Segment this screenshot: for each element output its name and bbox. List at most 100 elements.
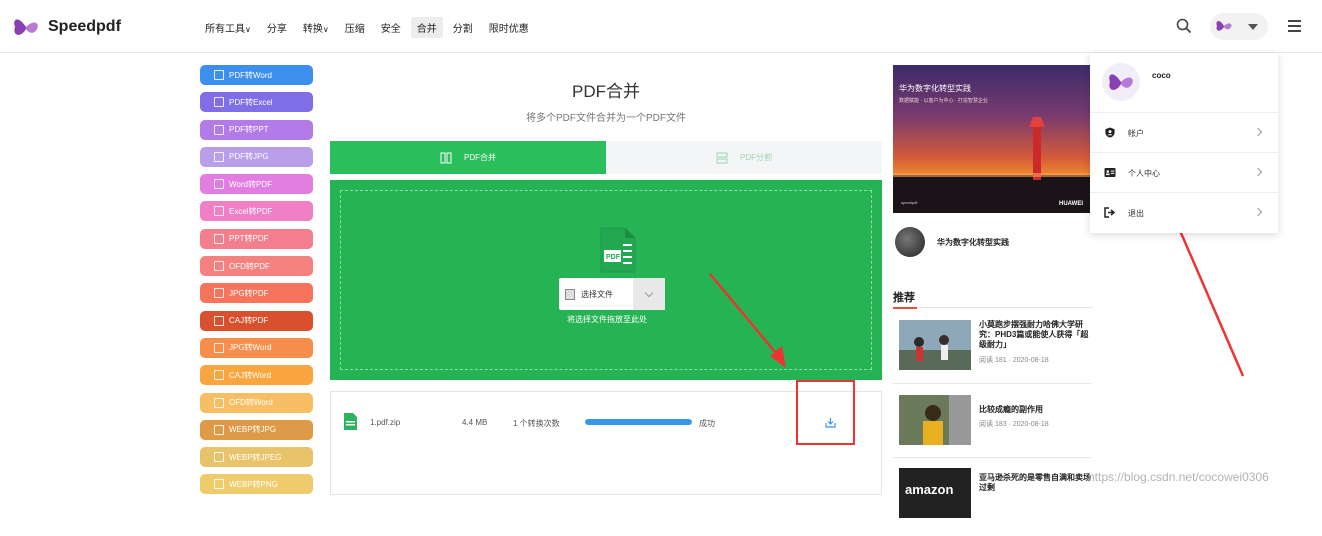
nav-item[interactable]: 限时优惠 (483, 17, 535, 38)
article-title: 比较成瘾的副作用 (979, 405, 1043, 414)
article-item[interactable]: amazon 亚马逊杀死的是零售自满和卖场过剩 (899, 468, 1093, 536)
tool-label: WEBP转PNG (229, 479, 278, 489)
tool-label: OFD转Word (229, 398, 273, 408)
tool-button[interactable]: Excel转PDF (200, 201, 313, 222)
tool-button[interactable]: OFD转Word (200, 392, 313, 413)
tool-button[interactable]: WEBP转PNG (200, 474, 313, 495)
article-item[interactable]: 比较成瘾的副作用 阅读 183 · 2020-08-18 (899, 395, 1093, 463)
top-bar: Speedpdf 所有工具∨ 分享 转换∨ 压缩 安全 合并 分割 限时优惠 (0, 0, 1322, 53)
author-row[interactable]: 华为数字化转型实践 (895, 227, 1009, 257)
brand-name: Speedpdf (48, 18, 121, 35)
ad-banner[interactable]: 华为数字化转型实践 数据赋能 · 以客户为中心 · 打造智慧企业 HUAWEI … (893, 65, 1091, 213)
article-thumbnail (899, 320, 971, 370)
tool-label: PDF转PPT (229, 125, 269, 135)
tool-button[interactable]: JPG转PDF (200, 283, 313, 304)
file-drop-zone[interactable]: PDF 选择文件 将选择文件拖放至此处 (330, 180, 882, 380)
annotation-box-download (796, 380, 855, 445)
merge-icon (440, 152, 452, 163)
nav-item[interactable]: 分割 (447, 17, 479, 38)
article-item[interactable]: 小莫跑步摆强耐力哈佛大学研究：PHD3篇或能使人获得「超级耐力」 阅读 181 … (899, 320, 1093, 388)
document-icon (214, 479, 224, 490)
tool-button[interactable]: JPG转Word (200, 337, 313, 358)
tool-button[interactable]: CAJ转Word (200, 365, 313, 386)
article-date: 2020-08-18 (1012, 421, 1049, 428)
banner-small-text: speedpdf (901, 200, 918, 205)
user-menu-toggle[interactable] (1210, 13, 1268, 40)
menu-item-logout[interactable]: 退出 (1090, 193, 1278, 233)
butterfly-logo-icon (14, 19, 38, 35)
hamburger-menu-icon[interactable] (1288, 20, 1301, 32)
tab-pdf-merge[interactable]: PDF合并 (330, 141, 606, 174)
document-icon (214, 342, 224, 353)
watermark: https://blog.csdn.net/cocowei0306 (1088, 470, 1269, 484)
tool-label: PDF转Excel (229, 97, 273, 107)
banner-subtitle: 数据赋能 · 以客户为中心 · 打造智慧企业 (899, 98, 988, 104)
tool-label: WEBP转JPG (229, 425, 277, 435)
tool-label: CAJ转Word (229, 370, 272, 380)
nav-item-label: 合并 (416, 24, 437, 35)
tool-label: PDF转JPG (229, 152, 269, 162)
nav-item[interactable]: 分享 (261, 17, 293, 38)
chevron-down-icon (644, 288, 654, 297)
document-icon (214, 179, 224, 190)
right-column: 华为数字化转型实践 数据赋能 · 以客户为中心 · 打造智慧企业 HUAWEI … (893, 65, 1093, 518)
chevron-down-icon: ∨ (322, 25, 329, 34)
nav-item[interactable]: 安全 (375, 17, 407, 38)
nav-item-label: 安全 (380, 24, 401, 35)
tool-button[interactable]: PDF转PPT (200, 119, 313, 140)
tool-button[interactable]: PDF转JPG (200, 146, 313, 167)
menu-item-profile[interactable]: 个人中心 (1090, 153, 1278, 193)
id-card-icon (1104, 168, 1116, 177)
file-size: 4.4 MB (462, 418, 488, 427)
menu-item-label: 退出 (1128, 209, 1144, 218)
tool-button[interactable]: Word转PDF (200, 174, 313, 195)
tool-button[interactable]: PPT转PDF (200, 228, 313, 249)
tool-label: JPG转PDF (229, 288, 269, 298)
nav-item-label: 分享 (266, 24, 287, 35)
article-meta: 阅读 183 · 2020-08-18 (979, 421, 1049, 428)
article-thumbnail: amazon (899, 468, 971, 518)
select-file-label: 选择文件 (581, 289, 613, 299)
nav-item[interactable]: 压缩 (339, 17, 371, 38)
tab-pdf-split[interactable]: PDF分割 (606, 141, 882, 174)
tool-button[interactable]: WEBP转JPG (200, 419, 313, 440)
select-file-main[interactable]: 选择文件 (559, 278, 633, 310)
shield-icon (1105, 127, 1115, 138)
split-icon (716, 152, 728, 163)
tool-label: CAJ转PDF (229, 316, 269, 326)
heading-accent (893, 307, 917, 309)
document-icon (214, 97, 224, 108)
nav-item[interactable]: 所有工具∨ (199, 17, 257, 38)
tool-button[interactable]: WEBP转JPEG (200, 447, 313, 468)
nav-item[interactable]: 合并 (410, 17, 443, 38)
nav-item[interactable]: 转换∨ (297, 17, 335, 38)
author-avatar (895, 227, 925, 257)
document-icon (214, 233, 224, 244)
tab-label: PDF分割 (740, 153, 772, 162)
chevron-right-icon (1253, 207, 1263, 217)
tool-button[interactable]: PDF转Word (200, 65, 313, 85)
file-icon (565, 288, 575, 300)
drop-hint: 将选择文件拖放至此处 (567, 315, 647, 324)
tool-button[interactable]: PDF转Excel (200, 92, 313, 113)
document-icon (214, 370, 224, 381)
conversion-count: 1 个转换次数 (513, 419, 560, 428)
select-source-dropdown[interactable] (633, 278, 665, 310)
tool-button[interactable]: OFD转PDF (200, 256, 313, 277)
user-avatar (1102, 63, 1140, 101)
caret-down-icon (1248, 24, 1258, 30)
tool-button[interactable]: CAJ转PDF (200, 310, 313, 331)
menu-item-label: 个人中心 (1128, 169, 1160, 178)
progress-fill (585, 419, 692, 425)
select-file-button[interactable]: 选择文件 (559, 278, 665, 310)
search-icon[interactable] (1176, 18, 1192, 34)
document-icon (214, 151, 224, 162)
chevron-right-icon (1253, 127, 1263, 137)
tool-label: Word转PDF (229, 179, 272, 189)
menu-item-account[interactable]: 帐户 (1090, 113, 1278, 153)
banner-brand: HUAWEI (1059, 201, 1083, 207)
user-name: coco (1152, 71, 1171, 80)
brand-logo[interactable]: Speedpdf (12, 13, 121, 41)
progress-bar (585, 419, 692, 425)
article-date: 2020-08-18 (1012, 357, 1049, 364)
